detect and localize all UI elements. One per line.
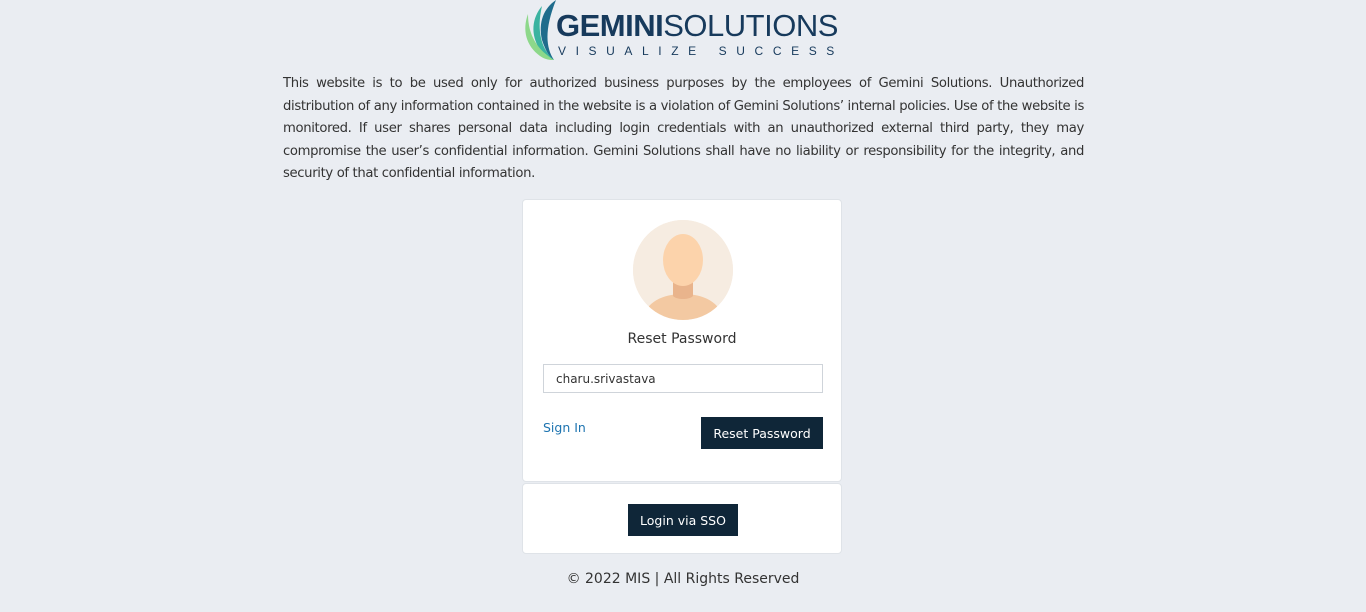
card-title: Reset Password <box>627 331 737 347</box>
reset-password-button[interactable]: Reset Password <box>701 417 823 449</box>
gemini-solutions-logo: GEMINISOLUTIONS VISUALIZE SUCCESS <box>520 0 850 62</box>
sign-in-link[interactable]: Sign In <box>543 420 586 435</box>
reset-password-card: Reset Password Sign In Reset Password <box>522 199 842 482</box>
login-via-sso-button[interactable]: Login via SSO <box>628 504 738 536</box>
user-avatar-icon <box>633 220 733 320</box>
leaf-logo-icon <box>525 0 556 60</box>
brand-name-bold: GEMINI <box>556 8 664 43</box>
brand-tagline: VISUALIZE SUCCESS <box>558 44 844 58</box>
footer-copyright: © 2022 MIS | All Rights Reserved <box>566 571 800 587</box>
username-input[interactable] <box>543 364 823 393</box>
sso-card: Login via SSO <box>522 483 842 554</box>
disclaimer-text: This website is to be used only for auth… <box>283 76 1084 182</box>
brand-name-light: SOLUTIONS <box>663 8 838 43</box>
reset-password-page: GEMINISOLUTIONS VISUALIZE SUCCESS This w… <box>0 0 1366 612</box>
brand-wordmark: GEMINISOLUTIONS <box>556 8 838 44</box>
